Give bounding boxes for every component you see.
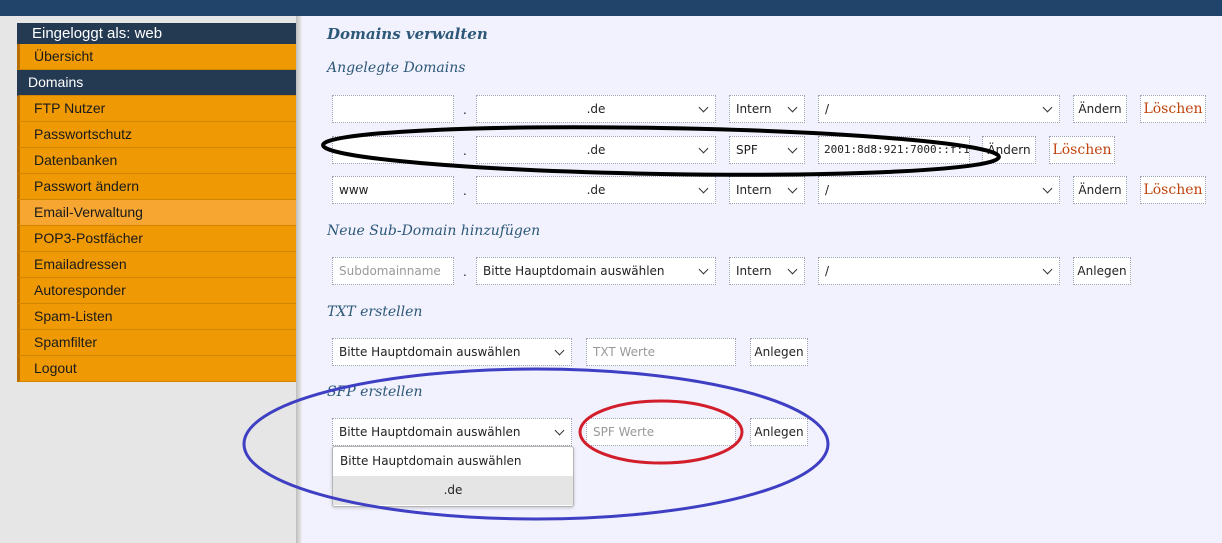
section-title-txt: TXT erstellen: [327, 304, 423, 320]
domain-select-value: .de: [586, 183, 606, 197]
sidebar-item-datenbanken[interactable]: Datenbanken: [17, 148, 296, 174]
domain-select[interactable]: .de: [476, 95, 716, 123]
target-select-value: /: [825, 183, 830, 197]
new-sub-domain-select[interactable]: Bitte Hauptdomain auswählen: [476, 257, 716, 285]
txt-value-input[interactable]: TXT Werte: [586, 338, 736, 366]
sidebar-item-logout[interactable]: Logout: [17, 356, 296, 382]
sidebar-item-pop3-postfaecher[interactable]: POP3-Postfächer: [17, 226, 296, 252]
page-title: Domains verwalten: [327, 25, 488, 43]
dot-separator: .: [463, 103, 467, 117]
txt-domain-select[interactable]: Bitte Hauptdomain auswählen: [332, 338, 572, 366]
txt-create-button[interactable]: Anlegen: [750, 338, 808, 366]
domain-select-value: .de: [586, 143, 606, 157]
dropdown-option[interactable]: Bitte Hauptdomain auswählen: [333, 447, 573, 476]
sidebar-item-domains[interactable]: Domains: [17, 70, 296, 96]
type-select[interactable]: Intern: [729, 95, 805, 123]
domain-select[interactable]: .de: [476, 176, 716, 204]
sidebar-item-emailadressen[interactable]: Emailadressen: [17, 252, 296, 278]
sidebar-nav: Eingeloggt als: web Übersicht Domains FT…: [17, 23, 296, 382]
spf-create-button[interactable]: Anlegen: [750, 418, 808, 446]
delete-button[interactable]: Löschen: [1140, 95, 1206, 123]
subdomain-name-input[interactable]: Subdomainname: [332, 257, 454, 285]
new-sub-type-select[interactable]: Intern: [729, 257, 805, 285]
change-button[interactable]: Ändern: [1073, 176, 1127, 204]
delete-button[interactable]: Löschen: [1140, 176, 1206, 204]
new-sub-target-select[interactable]: /: [818, 257, 1060, 285]
type-select[interactable]: Intern: [729, 176, 805, 204]
subdomain-field[interactable]: [332, 95, 454, 123]
logged-in-label: Eingeloggt als: web: [17, 23, 296, 44]
type-select-value: Intern: [736, 102, 772, 116]
section-title-new-subdomain: Neue Sub-Domain hinzufügen: [327, 223, 541, 239]
sidebar-item-uebersicht[interactable]: Übersicht: [17, 44, 296, 70]
dot-separator: .: [463, 184, 467, 198]
spf-domain-dropdown-list: Bitte Hauptdomain auswählen .de: [332, 446, 574, 507]
domain-select-value: .de: [586, 102, 606, 116]
delete-button[interactable]: Löschen: [1049, 136, 1115, 164]
new-sub-create-button[interactable]: Anlegen: [1073, 257, 1131, 285]
type-select-value: SPF: [736, 143, 758, 157]
change-button[interactable]: Ändern: [1073, 95, 1127, 123]
dot-separator: .: [463, 144, 467, 158]
txt-domain-select-value: Bitte Hauptdomain auswählen: [339, 345, 521, 359]
top-header-bar: [0, 0, 1222, 16]
new-sub-domain-select-value: Bitte Hauptdomain auswählen: [483, 264, 665, 278]
sidebar-item-autoresponder[interactable]: Autoresponder: [17, 278, 296, 304]
subdomain-field[interactable]: [332, 136, 454, 164]
sidebar-item-passwort-aendern[interactable]: Passwort ändern: [17, 174, 296, 200]
new-sub-type-select-value: Intern: [736, 264, 772, 278]
sidebar-item-passwortschutz[interactable]: Passwortschutz: [17, 122, 296, 148]
target-select[interactable]: /: [818, 95, 1060, 123]
sidebar-item-spamfilter[interactable]: Spamfilter: [17, 330, 296, 356]
spf-domain-select-value: Bitte Hauptdomain auswählen: [339, 425, 521, 439]
target-select-value: /: [825, 102, 830, 116]
type-select[interactable]: SPF: [729, 136, 805, 164]
section-title-spf: SFP erstellen: [327, 384, 423, 400]
spf-domain-select[interactable]: Bitte Hauptdomain auswählen: [332, 418, 572, 446]
new-sub-target-select-value: /: [825, 264, 830, 278]
change-button[interactable]: Ändern: [982, 136, 1036, 164]
type-select-value: Intern: [736, 183, 772, 197]
section-title-existing: Angelegte Domains: [327, 60, 466, 76]
dropdown-option-selected[interactable]: .de: [333, 476, 573, 505]
sidebar-item-spam-listen[interactable]: Spam-Listen: [17, 304, 296, 330]
target-select[interactable]: /: [818, 176, 1060, 204]
domain-select[interactable]: .de: [476, 136, 716, 164]
spf-value-input[interactable]: SPF Werte: [586, 418, 736, 446]
spf-target-field[interactable]: 2001:8d8:921:7000::f:1: [818, 136, 970, 164]
sidebar-item-ftp-nutzer[interactable]: FTP Nutzer: [17, 96, 296, 122]
sidebar-item-email-verwaltung[interactable]: Email-Verwaltung: [17, 200, 296, 226]
dot-separator: .: [463, 265, 467, 279]
subdomain-field[interactable]: www: [332, 176, 454, 204]
